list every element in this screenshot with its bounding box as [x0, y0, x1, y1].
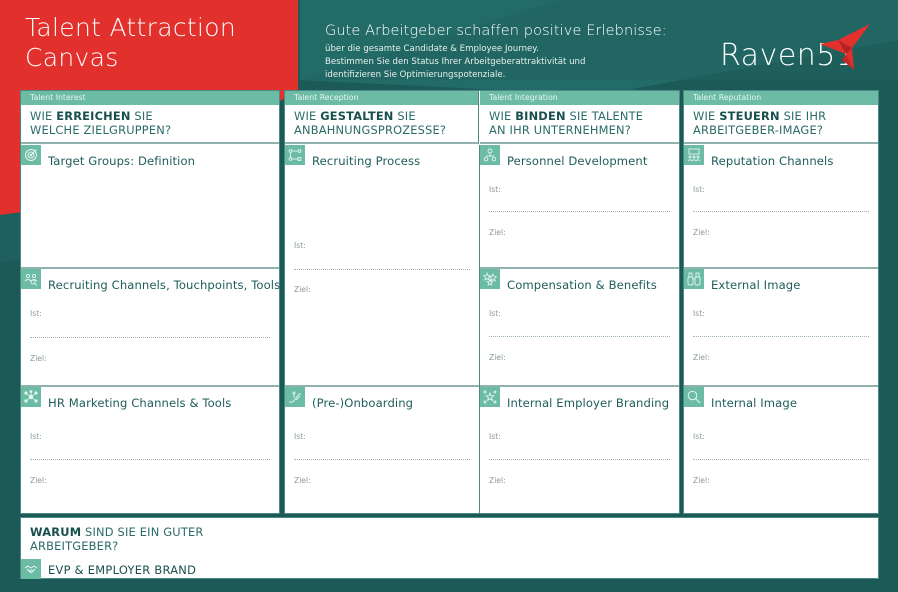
ist-label: Ist: — [693, 432, 705, 441]
cell-recruiting-channels[interactable]: Recruiting Channels, Touchpoints, Tools … — [21, 269, 281, 385]
ziel-label: Ziel: — [30, 476, 47, 485]
intro-heading: Gute Arbeitgeber schaffen positive Erleb… — [325, 23, 667, 39]
ist-label: Ist: — [489, 185, 501, 194]
cell-title: HR Marketing Channels & Tools — [48, 396, 232, 410]
handshake-icon — [21, 559, 41, 579]
ist-label: Ist: — [294, 432, 306, 441]
title-line-1: Talent Attraction — [25, 13, 236, 42]
column-question: WIE GESTALTEN SIE ANBAHNUNGSPROZESSE? — [294, 109, 447, 137]
cell-title: Internal Employer Branding — [507, 396, 670, 410]
column-header-reputation: Talent Reputation WIE STEUERN SIE IHR AR… — [684, 91, 878, 144]
column-header-interest: Talent Interest WIE ERREICHEN SIE WELCHE… — [21, 91, 279, 144]
evp-title: EVP & EMPLOYER BRAND — [48, 563, 197, 577]
cell-title: External Image — [711, 278, 801, 292]
column-tag: Talent Interest — [21, 91, 279, 105]
dotted-divider — [294, 269, 470, 270]
ist-label: Ist: — [489, 432, 501, 441]
target-icon — [21, 145, 41, 165]
cell-title: (Pre-)Onboarding — [312, 396, 414, 410]
cell-title: Recruiting Channels, Touchpoints, Tools — [48, 278, 281, 292]
people-search-icon — [21, 269, 41, 289]
ziel-label: Ziel: — [693, 228, 710, 237]
evp-section[interactable]: WARUM SIND SIE EIN GUTER ARBEITGEBER? EV… — [20, 517, 879, 579]
dotted-divider — [693, 336, 869, 337]
audience-screen-icon — [684, 145, 704, 165]
cell-title: Personnel Development — [507, 154, 648, 168]
intro-line: Bestimmen Sie den Status Ihrer Arbeitgeb… — [325, 57, 586, 67]
cell-hr-marketing[interactable]: HR Marketing Channels & Tools Ist: Ziel: — [21, 387, 279, 513]
ziel-label: Ziel: — [294, 285, 311, 294]
cell-reputation-channels[interactable]: Reputation Channels Ist: Ziel: — [684, 145, 878, 267]
magnifier-icon — [684, 387, 704, 407]
dotted-divider — [489, 336, 670, 337]
intro-line: identifizieren Sie Optimierungspotenzial… — [325, 70, 506, 80]
column-tag: Talent Integration — [480, 91, 679, 105]
ziel-label: Ziel: — [693, 353, 710, 362]
ziel-label: Ziel: — [693, 476, 710, 485]
process-flow-icon — [285, 145, 305, 165]
column-tag: Talent Reception — [285, 91, 478, 105]
cell-internal-branding[interactable]: Internal Employer Branding Ist: Ziel: — [480, 387, 679, 513]
cell-external-image[interactable]: External Image Ist: Ziel: — [684, 269, 878, 385]
intro-line: über die gesamte Candidate & Employee Jo… — [325, 44, 539, 54]
cell-title: Internal Image — [711, 396, 798, 410]
canvas-title: Talent Attraction Canvas — [25, 13, 236, 73]
cell-onboarding[interactable]: (Pre-)Onboarding Ist: Ziel: — [285, 387, 479, 513]
cell-personnel-development[interactable]: Personnel Development Ist: Ziel: — [480, 145, 679, 267]
cell-title: Recruiting Process — [312, 154, 421, 168]
dotted-divider — [30, 459, 270, 460]
cell-title: Compensation & Benefits — [507, 278, 657, 292]
intro-block: Gute Arbeitgeber schaffen positive Erleb… — [325, 23, 667, 82]
ist-label: Ist: — [30, 432, 42, 441]
org-people-icon — [480, 145, 500, 165]
evp-question: WARUM SIND SIE EIN GUTER ARBEITGEBER? — [30, 525, 204, 553]
cell-recruiting-process[interactable]: Recruiting Process Ist: Ziel: — [285, 145, 479, 385]
dotted-divider — [489, 459, 670, 460]
ziel-label: Ziel: — [489, 353, 506, 362]
column-question: WIE BINDEN SIE TALENTE AN IHR UNTERNEHME… — [489, 109, 644, 137]
ziel-label: Ziel: — [489, 228, 506, 237]
dotted-divider — [693, 211, 869, 212]
dotted-divider — [294, 459, 470, 460]
ziel-label: Ziel: — [294, 476, 311, 485]
cell-title: Target Groups: Definition — [48, 154, 196, 168]
binoculars-icon — [684, 269, 704, 289]
title-line-2: Canvas — [25, 43, 119, 72]
dotted-divider — [30, 337, 270, 338]
column-question: WIE ERREICHEN SIE WELCHE ZIELGRUPPEN? — [30, 109, 172, 137]
cell-title: Reputation Channels — [711, 154, 834, 168]
column-question: WIE STEUERN SIE IHR ARBEITGEBER-IMAGE? — [693, 109, 827, 137]
network-icon — [21, 387, 41, 407]
dotted-divider — [693, 459, 869, 460]
escalator-icon — [285, 387, 305, 407]
stars-icon — [480, 269, 500, 289]
ist-label: Ist: — [30, 309, 42, 318]
ziel-label: Ziel: — [489, 476, 506, 485]
cell-compensation[interactable]: Compensation & Benefits Ist: Ziel: — [480, 269, 679, 385]
column-tag: Talent Reputation — [684, 91, 878, 105]
team-star-icon — [480, 387, 500, 407]
ist-label: Ist: — [693, 309, 705, 318]
column-header-integration: Talent Integration WIE BINDEN SIE TALENT… — [480, 91, 679, 144]
raven51-logo: Raven51 — [720, 20, 880, 76]
cell-target-groups[interactable]: Target Groups: Definition — [21, 145, 279, 267]
column-header-reception: Talent Reception WIE GESTALTEN SIE ANBAH… — [285, 91, 479, 144]
cell-internal-image[interactable]: Internal Image Ist: Ziel: — [684, 387, 878, 513]
origami-bird-icon — [820, 24, 870, 70]
ziel-label: Ziel: — [30, 354, 47, 363]
ist-label: Ist: — [693, 185, 705, 194]
ist-label: Ist: — [294, 241, 306, 250]
ist-label: Ist: — [489, 309, 501, 318]
dotted-divider — [489, 211, 670, 212]
